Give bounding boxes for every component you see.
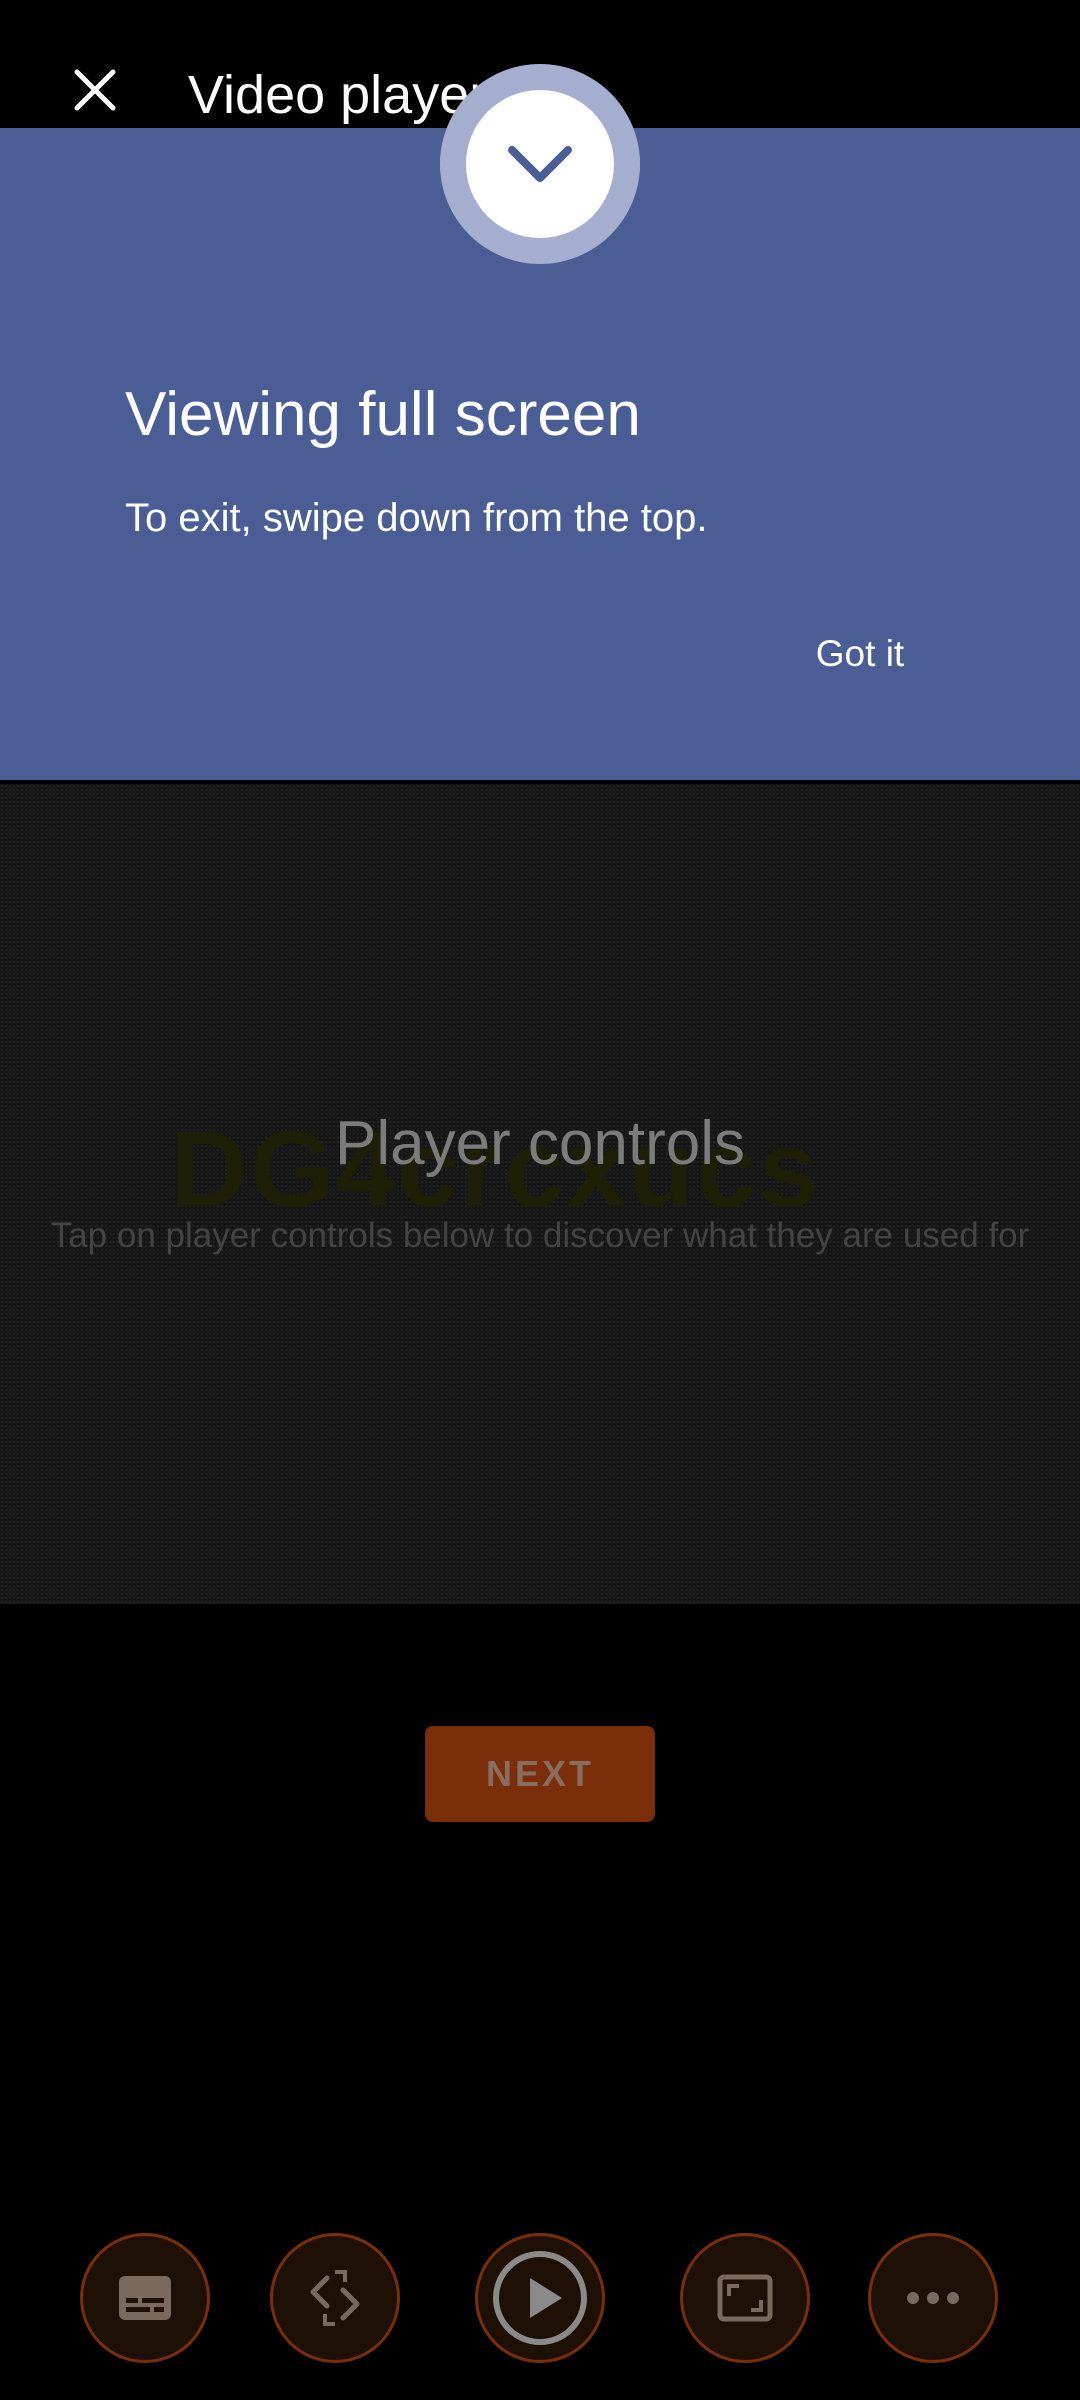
subtitles-button[interactable]: [80, 2233, 210, 2363]
subtitles-icon: [119, 2276, 171, 2320]
tooltip-body: To exit, swipe down from the top.: [125, 496, 708, 540]
video-surface[interactable]: DG4crcxucs Player controls Tap on player…: [0, 784, 1080, 1604]
close-icon: [74, 69, 116, 111]
close-button[interactable]: [50, 45, 140, 135]
more-options-button[interactable]: [868, 2233, 998, 2363]
next-button[interactable]: NEXT: [425, 1726, 655, 1822]
aspect-ratio-icon: [717, 2274, 773, 2322]
tooltip-heading: Viewing full screen: [125, 380, 641, 449]
aspect-ratio-button[interactable]: [680, 2233, 810, 2363]
collapse-handle-button[interactable]: [466, 90, 614, 238]
play-button[interactable]: [475, 2233, 605, 2363]
rotate-icon: [310, 2270, 360, 2326]
player-controls-description: Tap on player controls below to discover…: [50, 1216, 1030, 1255]
more-icon: [907, 2292, 959, 2304]
got-it-button[interactable]: Got it: [745, 592, 975, 716]
rotate-button[interactable]: [270, 2233, 400, 2363]
player-controls-title: Player controls: [334, 1109, 746, 1178]
chevron-down-icon: [508, 146, 572, 182]
play-icon: [493, 2251, 587, 2345]
